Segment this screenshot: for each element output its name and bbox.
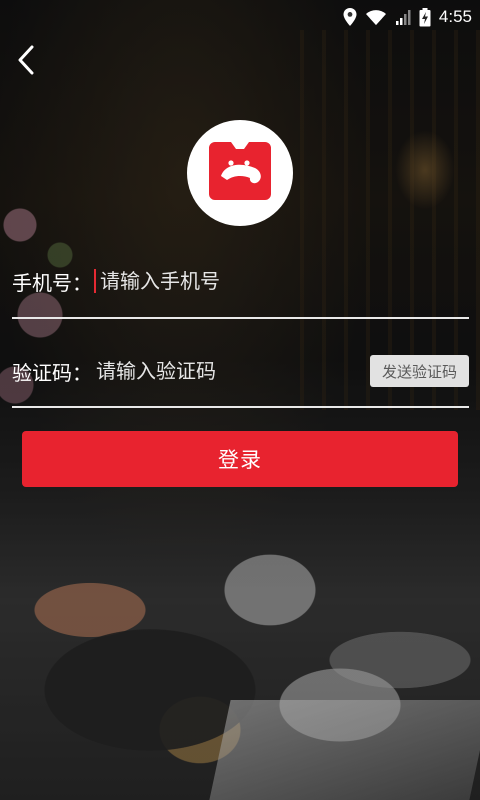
battery-charging-icon — [419, 7, 431, 27]
app-logo — [187, 120, 293, 226]
verification-code-input[interactable] — [92, 353, 370, 389]
status-time: 4:55 — [438, 7, 472, 26]
phone-input[interactable] — [96, 263, 469, 299]
verification-code-row: 验证码： 发送验证码 — [12, 348, 469, 394]
status-bar: 4:55 — [0, 0, 480, 34]
signal-icon — [395, 9, 411, 25]
phone-label: 手机号： — [12, 270, 92, 295]
bear-logo-icon — [207, 138, 273, 208]
back-button[interactable] — [10, 44, 42, 80]
phone-row: 手机号： — [12, 258, 469, 304]
phone-divider — [12, 317, 469, 319]
login-screen: 4:55 手机号： 验证码： — [0, 0, 480, 800]
send-code-button[interactable]: 发送验证码 — [369, 355, 469, 387]
wifi-icon — [365, 9, 387, 26]
verification-code-label: 验证码： — [12, 360, 92, 385]
location-icon — [343, 8, 357, 26]
chevron-left-icon — [17, 45, 35, 79]
login-button[interactable]: 登录 — [22, 431, 458, 487]
verification-code-divider — [12, 406, 469, 408]
